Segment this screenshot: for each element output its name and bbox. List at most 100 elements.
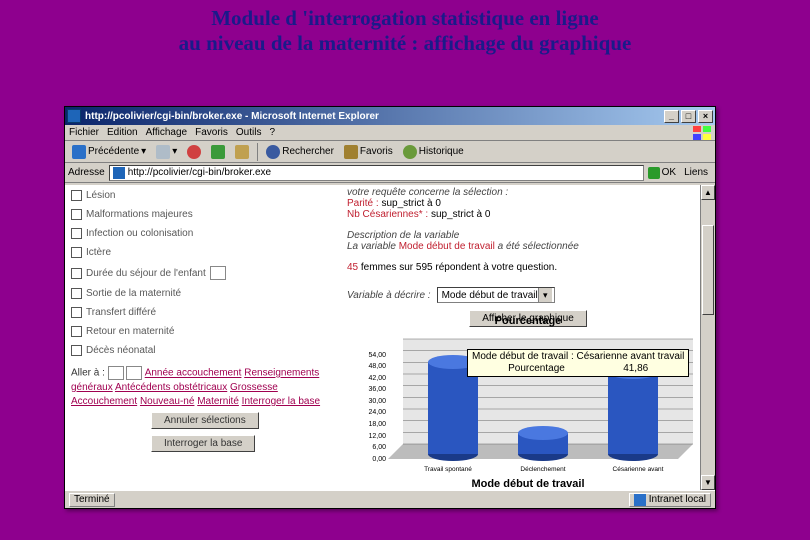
variable-select[interactable]: Mode début de travail — [437, 287, 555, 303]
nav-link[interactable]: Nouveau-né — [140, 396, 194, 407]
slide-title: Module d 'interrogation statistique en l… — [0, 0, 810, 68]
close-button[interactable]: × — [698, 110, 713, 123]
search-icon — [266, 145, 280, 159]
nav-link[interactable]: Interroger la base — [242, 396, 320, 407]
checkbox[interactable] — [71, 345, 82, 356]
go-icon — [648, 167, 660, 179]
svg-text:36,00: 36,00 — [368, 386, 386, 393]
slide-title-line1: Module d 'interrogation statistique en l… — [0, 6, 810, 31]
checkbox[interactable] — [71, 307, 82, 318]
menu-help[interactable]: ? — [269, 127, 275, 138]
scroll-thumb[interactable] — [702, 225, 714, 315]
count-line: 45 femmes sur 595 répondent à votre ques… — [347, 262, 709, 273]
vertical-scrollbar[interactable]: ▲ ▼ — [700, 185, 715, 490]
history-icon — [403, 145, 417, 159]
ms-logo-icon — [693, 126, 711, 140]
network-icon — [634, 494, 646, 506]
nav-link[interactable]: Année accouchement — [145, 368, 242, 379]
svg-text:42,00: 42,00 — [368, 375, 386, 382]
refresh-icon — [211, 145, 225, 159]
address-value: http://pcolivier/cgi-bin/broker.exe — [128, 167, 271, 178]
goto-input-1[interactable] — [108, 366, 124, 380]
svg-text:0,00: 0,00 — [372, 456, 386, 463]
checkbox[interactable] — [71, 288, 82, 299]
menu-favorites[interactable]: Favoris — [195, 127, 228, 138]
minimize-button[interactable]: _ — [664, 110, 679, 123]
refresh-button[interactable] — [207, 144, 229, 160]
field-label: Infection ou colonisation — [86, 228, 193, 239]
status-zone: Intranet local — [629, 493, 711, 507]
field-label: Sortie de la maternité — [86, 288, 181, 299]
svg-text:Césarienne avant: Césarienne avant — [613, 466, 664, 473]
scroll-down-button[interactable]: ▼ — [701, 475, 715, 490]
links-menu[interactable]: Liens — [680, 167, 712, 178]
bar-3 — [608, 365, 658, 461]
search-button[interactable]: Rechercher — [262, 144, 338, 160]
clear-selections-button[interactable]: Annuler sélections — [151, 412, 259, 429]
nav-link[interactable]: Antécédents obstétricaux — [115, 382, 227, 393]
desc-text: La variable — [347, 241, 396, 252]
tiny-input[interactable] — [210, 266, 226, 280]
field-label: Durée du séjour de l'enfant — [86, 268, 206, 279]
home-button[interactable] — [231, 144, 253, 160]
checkbox[interactable] — [71, 247, 82, 258]
criterion-label: Nb Césariennes* : — [347, 209, 428, 220]
page-icon — [113, 167, 125, 179]
menu-file[interactable]: Fichier — [69, 127, 99, 138]
variable-label: Variable à décrire : — [347, 290, 431, 301]
svg-text:6,00: 6,00 — [372, 444, 386, 451]
svg-text:Déclenchement: Déclenchement — [520, 466, 565, 473]
menu-view[interactable]: Affichage — [146, 127, 188, 138]
star-icon — [344, 145, 358, 159]
page-content: Lésion Malformations majeures Infection … — [65, 185, 715, 490]
goto-input-2[interactable] — [126, 366, 142, 380]
ie-window: http://pcolivier/cgi-bin/broker.exe - Mi… — [64, 106, 716, 509]
criterion-label: Parité : — [347, 198, 379, 209]
favorites-button[interactable]: Favoris — [340, 144, 397, 160]
history-button[interactable]: Historique — [399, 144, 468, 160]
window-titlebar: http://pcolivier/cgi-bin/broker.exe - Mi… — [65, 107, 715, 125]
goto-label: Aller à : — [71, 368, 105, 379]
chart-area: Pourcentage Mode début de travail : Césa… — [347, 315, 709, 488]
desc-title: Description de la variable — [347, 230, 709, 241]
menubar: Fichier Edition Affichage Favoris Outils… — [65, 125, 715, 141]
maximize-button[interactable]: □ — [681, 110, 696, 123]
stop-button[interactable] — [183, 144, 205, 160]
checkbox[interactable] — [71, 268, 82, 279]
menu-edit[interactable]: Edition — [107, 127, 138, 138]
desc-text: a été sélectionnée — [498, 241, 579, 252]
checkbox[interactable] — [71, 228, 82, 239]
checkbox[interactable] — [71, 326, 82, 337]
query-database-button[interactable]: Interroger la base — [151, 435, 255, 452]
svg-text:54,00: 54,00 — [368, 352, 386, 359]
field-label: Décès néonatal — [86, 345, 156, 356]
addressbar: Adresse http://pcolivier/cgi-bin/broker.… — [65, 163, 715, 183]
menu-tools[interactable]: Outils — [236, 127, 262, 138]
criterion-value: sup_strict à 0 — [381, 198, 440, 209]
status-left: Terminé — [69, 493, 115, 507]
svg-text:12,00: 12,00 — [368, 433, 386, 440]
results-pane: votre requête concerne la sélection : Pa… — [347, 187, 709, 488]
address-input[interactable]: http://pcolivier/cgi-bin/broker.exe — [109, 165, 644, 181]
scroll-up-button[interactable]: ▲ — [701, 185, 715, 200]
field-label: Ictère — [86, 247, 111, 258]
toolbar: Précédente ▾ ▾ Rechercher Favoris Histor… — [65, 141, 715, 163]
nav-link[interactable]: Maternité — [197, 396, 239, 407]
chart-tooltip: Mode début de travail : Césarienne avant… — [467, 349, 689, 377]
nav-link[interactable]: Grossesse — [230, 382, 278, 393]
checkbox[interactable] — [71, 209, 82, 220]
field-label: Retour en maternité — [86, 326, 174, 337]
nav-link[interactable]: Accouchement — [71, 396, 137, 407]
svg-text:18,00: 18,00 — [368, 421, 386, 428]
back-icon — [72, 145, 86, 159]
svg-text:Travail spontané: Travail spontané — [424, 466, 472, 473]
svg-text:48,00: 48,00 — [368, 363, 386, 370]
svg-text:24,00: 24,00 — [368, 409, 386, 416]
forward-button[interactable]: ▾ — [152, 144, 181, 160]
back-button[interactable]: Précédente ▾ — [68, 144, 150, 160]
go-button[interactable]: OK — [648, 167, 676, 179]
slide-title-line2: au niveau de la maternité : affichage du… — [0, 31, 810, 56]
address-label: Adresse — [68, 167, 105, 178]
checkbox[interactable] — [71, 190, 82, 201]
ie-icon — [67, 109, 81, 123]
